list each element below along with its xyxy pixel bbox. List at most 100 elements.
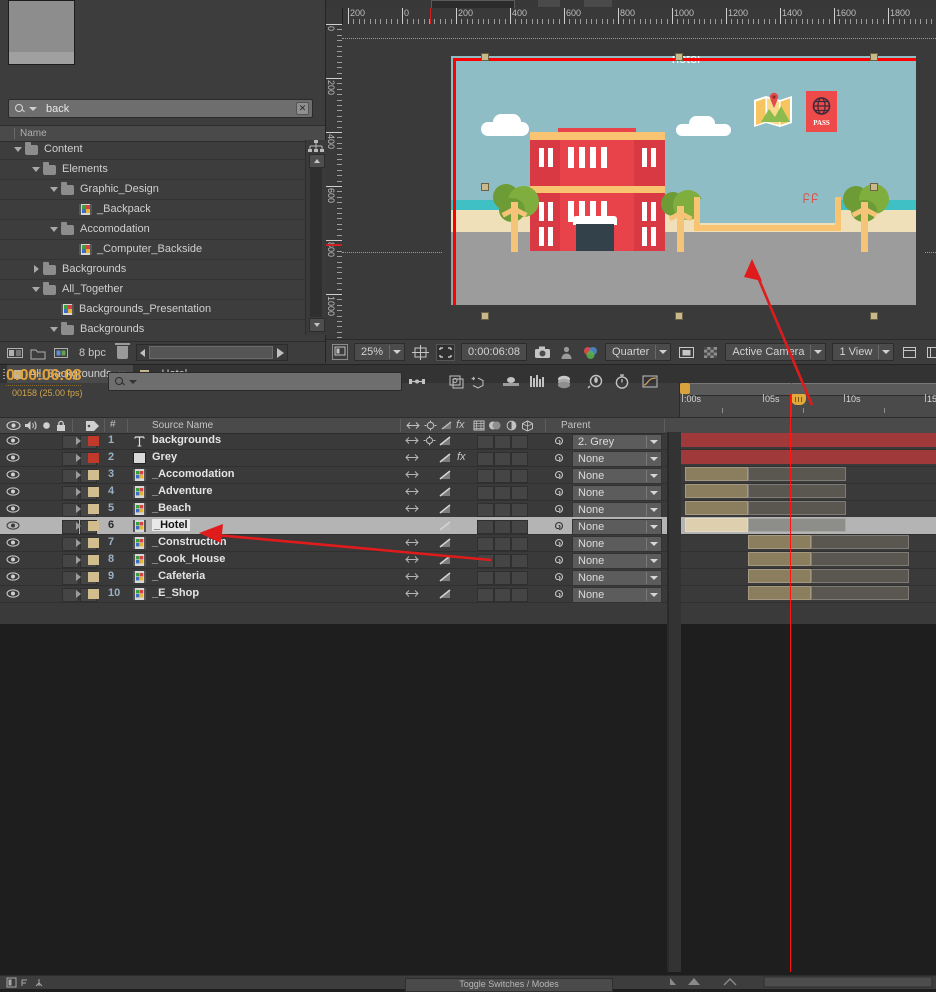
layer-switch-box[interactable] xyxy=(494,469,511,483)
timeline-layer-row[interactable]: 3 _Accomodation None xyxy=(0,466,936,484)
layer-duration-bar[interactable] xyxy=(685,501,748,515)
layer-source-name[interactable]: _Cook_House xyxy=(152,553,225,565)
scroll-track[interactable] xyxy=(310,167,322,317)
layers-stack-icon[interactable] xyxy=(555,373,573,390)
composition-mini-flowchart-icon[interactable] xyxy=(408,373,426,390)
layer-twirl-icon[interactable] xyxy=(76,488,81,496)
parent-pickwhip-icon[interactable] xyxy=(553,537,565,549)
layer-quality-switch[interactable] xyxy=(438,537,452,549)
layer-quality-switch[interactable] xyxy=(438,452,452,464)
layer-switch-box[interactable] xyxy=(494,503,511,517)
selection-handle[interactable] xyxy=(481,312,489,320)
layer-twirl-icon[interactable] xyxy=(76,539,81,547)
layer-visibility-eye-icon[interactable] xyxy=(6,469,20,480)
always-preview-icon[interactable] xyxy=(332,344,348,360)
bit-depth-label[interactable]: 8 bpc xyxy=(79,347,106,359)
chevron-down-icon[interactable] xyxy=(650,474,658,478)
parent-pickwhip-icon[interactable] xyxy=(553,486,565,498)
layer-duration-bar[interactable] xyxy=(811,552,909,566)
project-tree-item[interactable]: Backgrounds xyxy=(0,320,305,335)
layer-switch-box[interactable] xyxy=(494,588,511,602)
scroll-down-button[interactable] xyxy=(309,318,325,332)
project-tree-item[interactable]: Content xyxy=(0,140,305,160)
window-button-3[interactable] xyxy=(584,0,612,7)
graph-curve-icon[interactable] xyxy=(641,373,659,390)
layer-duration-bar[interactable] xyxy=(681,450,936,464)
layer-duration-bar[interactable] xyxy=(748,586,811,600)
layer-twirl-icon[interactable] xyxy=(76,590,81,598)
layer-twirl-icon[interactable] xyxy=(76,522,81,530)
delete-icon[interactable] xyxy=(114,343,130,359)
scroll-left-arrow[interactable] xyxy=(139,348,145,357)
comp-timecode[interactable]: 0:00:06:08 xyxy=(461,343,528,361)
layer-duration-bar[interactable] xyxy=(685,467,748,481)
layer-visibility-eye-icon[interactable] xyxy=(6,537,20,548)
project-tree-item[interactable]: _Backpack xyxy=(0,200,305,220)
layer-duration-bar[interactable] xyxy=(685,484,748,498)
stopwatch-icon[interactable] xyxy=(613,373,631,390)
selection-handle[interactable] xyxy=(675,53,683,61)
parent-pickwhip-icon[interactable] xyxy=(553,520,565,532)
layer-switch-box[interactable] xyxy=(494,520,511,534)
selection-handle[interactable] xyxy=(870,53,878,61)
layer-source-name[interactable]: _Construction xyxy=(152,536,227,548)
layer-duration-bar[interactable] xyxy=(811,535,909,549)
layer-label-color[interactable] xyxy=(88,504,99,514)
project-tree-item[interactable]: Backgrounds xyxy=(0,260,305,280)
layer-switch-box[interactable] xyxy=(477,571,494,585)
layer-shy-switch[interactable] xyxy=(405,588,419,600)
layer-parent-select[interactable]: None xyxy=(572,519,662,535)
comp-viewer-stage[interactable]: HOTEL xyxy=(342,24,936,339)
chevron-down-icon[interactable] xyxy=(650,508,658,512)
chevron-down-icon[interactable] xyxy=(650,576,658,580)
project-scrollbar[interactable] xyxy=(305,140,326,335)
layer-label-color[interactable] xyxy=(88,453,99,463)
layer-shy-switch[interactable] xyxy=(405,520,419,532)
grid-guides-icon[interactable] xyxy=(412,344,430,360)
layer-switch-box[interactable] xyxy=(511,486,528,500)
source-name-header[interactable]: Source Name xyxy=(152,420,213,431)
channels-icon[interactable] xyxy=(582,345,599,360)
layer-collapse-switch[interactable] xyxy=(423,435,437,447)
timeline-layer-row[interactable]: 6 _Hotel None xyxy=(0,517,936,535)
scroll-up-button[interactable] xyxy=(309,154,325,168)
view-layout-select[interactable]: 1 View xyxy=(832,343,895,361)
layer-source-name[interactable]: _Adventure xyxy=(152,485,213,497)
chevron-down-icon[interactable] xyxy=(650,559,658,563)
layer-duration-bar[interactable] xyxy=(748,467,846,481)
timeline-layer-row[interactable]: 2 Grey fx None xyxy=(0,449,936,467)
selection-handle[interactable] xyxy=(481,183,489,191)
layer-shy-switch[interactable] xyxy=(405,452,419,464)
layer-twirl-icon[interactable] xyxy=(76,454,81,462)
motion-blur-icon[interactable] xyxy=(502,373,520,390)
layer-switch-box[interactable] xyxy=(477,588,494,602)
twirl-down-icon[interactable] xyxy=(50,225,59,234)
project-tree-item[interactable]: Graphic_Design xyxy=(0,180,305,200)
project-tree-item[interactable]: _Computer_Backside xyxy=(0,240,305,260)
layer-parent-select[interactable]: None xyxy=(572,485,662,501)
layer-shy-switch[interactable] xyxy=(405,571,419,583)
layer-quality-switch[interactable] xyxy=(438,486,452,498)
footer-icons[interactable] xyxy=(6,977,54,988)
layer-source-name[interactable]: _Hotel xyxy=(152,519,190,531)
layer-duration-bar[interactable] xyxy=(748,535,811,549)
layer-quality-switch[interactable] xyxy=(438,520,452,532)
layer-switch-box[interactable] xyxy=(494,554,511,568)
twirl-down-icon[interactable] xyxy=(14,145,23,154)
window-button-2[interactable] xyxy=(538,0,560,7)
layer-visibility-eye-icon[interactable] xyxy=(6,452,20,463)
project-tree-item[interactable]: All_Together xyxy=(0,280,305,300)
twirl-down-icon[interactable] xyxy=(50,325,59,334)
twirl-down-icon[interactable] xyxy=(32,285,41,294)
timeline-layer-row[interactable]: 9 _Cafeteria None xyxy=(0,568,936,586)
layer-parent-select[interactable]: None xyxy=(572,451,662,467)
work-area-start-marker[interactable] xyxy=(680,383,690,394)
selection-handle[interactable] xyxy=(870,183,878,191)
resolution-select[interactable]: Quarter xyxy=(605,343,672,361)
timeline-layer-row[interactable]: 7 _Construction None xyxy=(0,534,936,552)
parent-pickwhip-icon[interactable] xyxy=(553,452,565,464)
layer-twirl-icon[interactable] xyxy=(76,437,81,445)
project-tree-item[interactable]: Backgrounds_Presentation xyxy=(0,300,305,320)
chevron-down-icon[interactable] xyxy=(814,350,823,354)
layer-twirl-icon[interactable] xyxy=(76,505,81,513)
